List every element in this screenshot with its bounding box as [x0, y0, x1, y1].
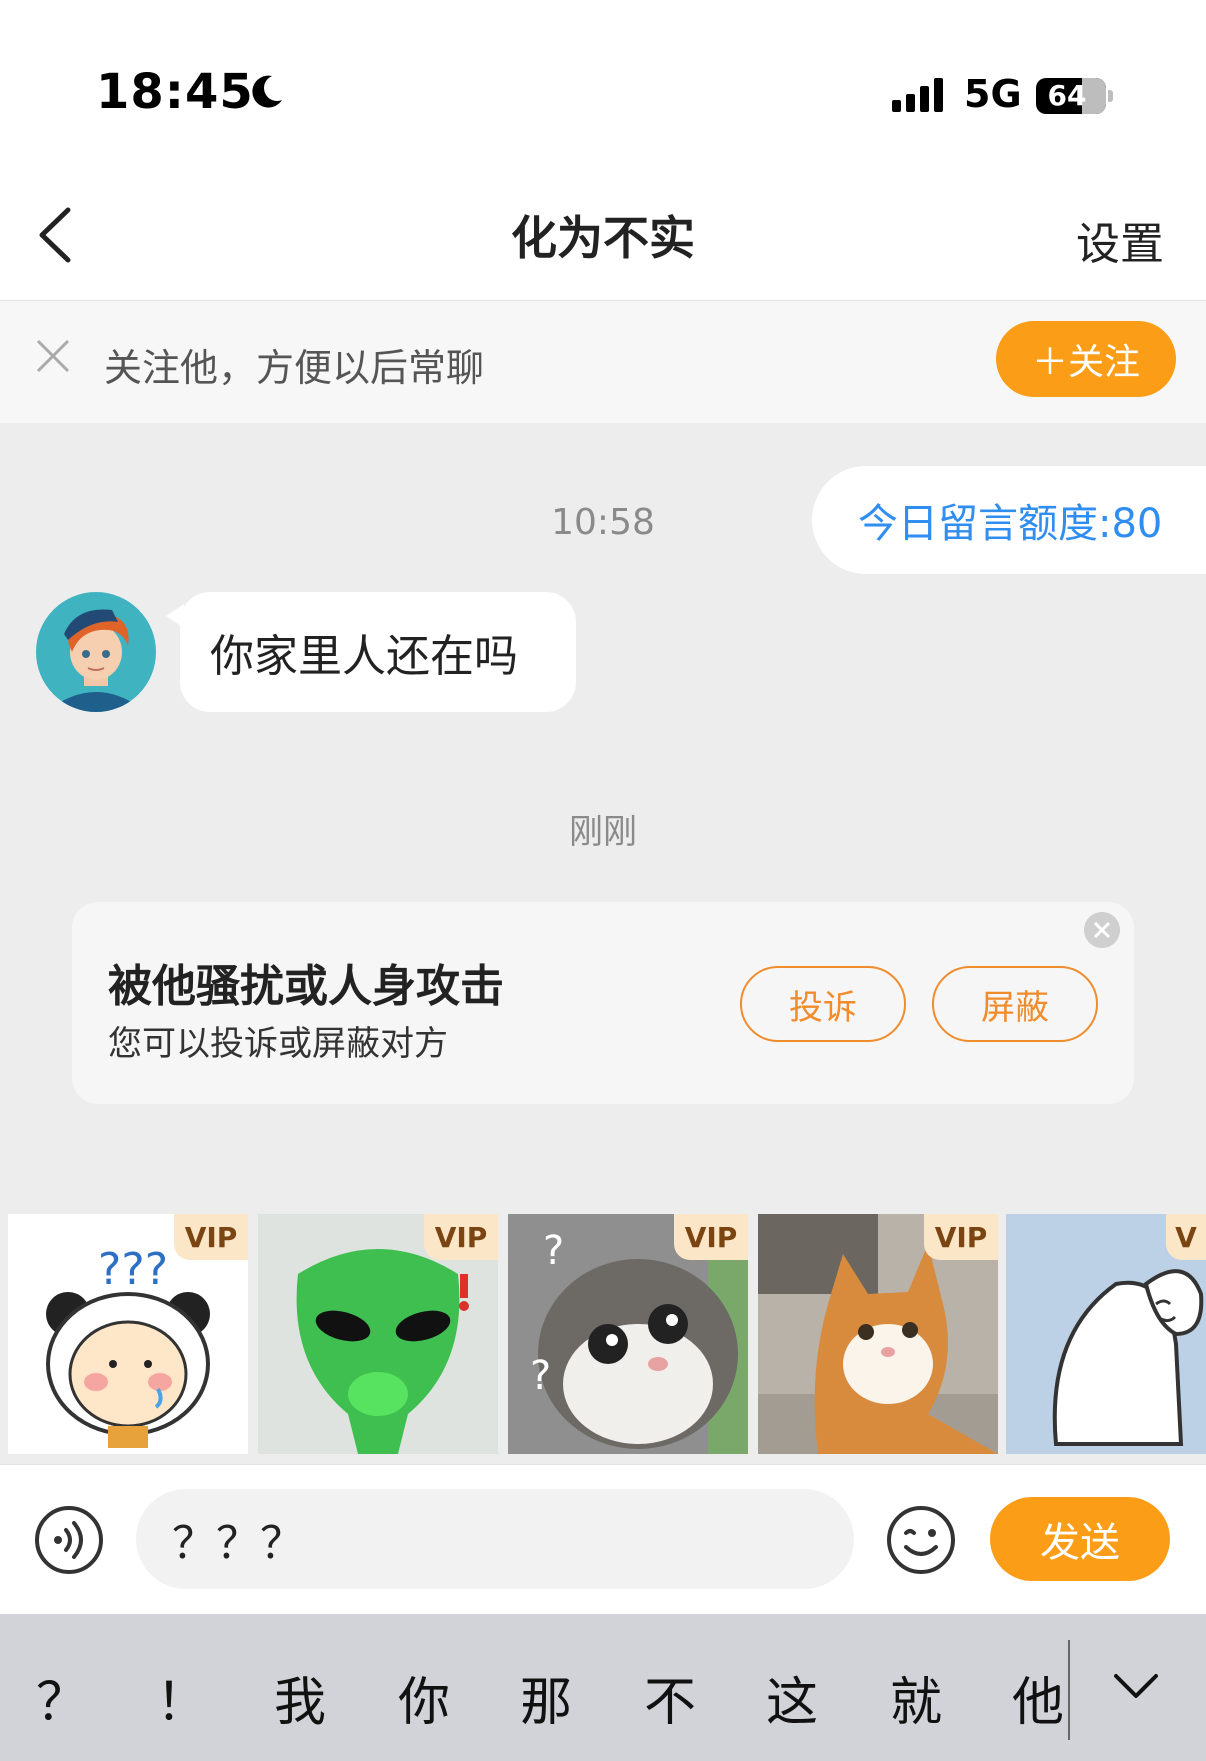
vip-badge: VIP	[924, 1214, 998, 1260]
battery-level: 64	[1047, 79, 1087, 112]
keyboard-suggestion[interactable]: 你	[374, 1660, 474, 1735]
status-time: 18:45	[96, 64, 254, 120]
svg-text:???: ???	[98, 1244, 168, 1295]
back-arrow-icon[interactable]	[28, 200, 88, 270]
sticker-item[interactable]: VIP	[258, 1214, 498, 1454]
keyboard-suggestion[interactable]: 这	[742, 1660, 842, 1735]
signal-icon	[892, 78, 943, 112]
sticker-item[interactable]: V	[1006, 1214, 1206, 1454]
close-icon[interactable]	[34, 337, 72, 375]
follow-button[interactable]: ＋关注	[996, 321, 1176, 397]
keyboard-divider	[1068, 1640, 1070, 1740]
vip-badge: V	[1166, 1214, 1206, 1260]
keyboard-suggestion[interactable]: 我	[250, 1660, 350, 1735]
complain-button[interactable]: 投诉	[740, 966, 906, 1042]
block-button[interactable]: 屏蔽	[932, 966, 1098, 1042]
network-label: 5G	[964, 72, 1022, 116]
message-input-bar: 发送	[0, 1464, 1206, 1615]
vip-badge: VIP	[424, 1214, 498, 1260]
close-icon[interactable]	[1084, 912, 1120, 948]
incoming-message-bubble[interactable]: 你家里人还在吗	[180, 592, 576, 712]
follow-banner: 关注他，方便以后常聊 ＋关注	[0, 301, 1206, 423]
follow-hint-text: 关注他，方便以后常聊	[104, 346, 485, 390]
status-bar: 18:45 5G 64	[0, 0, 1206, 160]
sticker-item[interactable]: ? ? VIP	[508, 1214, 748, 1454]
send-button[interactable]: 发送	[990, 1497, 1170, 1581]
page-title: 化为不实	[511, 211, 695, 265]
svg-text:?: ?	[530, 1353, 551, 1399]
keyboard-suggestion-bar: ？ ！ 我 你 那 不 这 就 他	[0, 1614, 1206, 1761]
keyboard-suggestion[interactable]: 他	[988, 1660, 1088, 1735]
moon-icon	[252, 75, 282, 108]
report-card: 被他骚扰或人身攻击 您可以投诉或屏蔽对方 投诉 屏蔽	[72, 902, 1134, 1104]
report-subtitle: 您可以投诉或屏蔽对方	[108, 1024, 448, 1064]
keyboard-suggestion[interactable]: 不	[620, 1660, 720, 1735]
settings-button[interactable]: 设置	[1076, 208, 1164, 272]
emoji-icon[interactable]	[886, 1505, 956, 1575]
message-quota-text: 今日留言额度:80	[858, 501, 1163, 547]
svg-text:?: ?	[543, 1228, 564, 1274]
message-input[interactable]	[136, 1489, 854, 1589]
sticker-item[interactable]: ??? VIP	[8, 1214, 248, 1454]
chevron-down-icon[interactable]	[1110, 1660, 1162, 1712]
keyboard-suggestion[interactable]: 就	[866, 1660, 966, 1735]
battery-icon: 64	[1036, 76, 1116, 116]
vip-badge: VIP	[674, 1214, 748, 1260]
sticker-item[interactable]: VIP	[758, 1214, 998, 1454]
message-quota-badge[interactable]: 今日留言额度:80	[812, 466, 1206, 574]
avatar-illustration-icon	[36, 592, 156, 712]
avatar[interactable]	[36, 592, 156, 712]
message-timestamp-recent: 刚刚	[569, 812, 637, 852]
nav-bar: 化为不实 设置	[0, 160, 1206, 301]
sticker-suggestion-strip: ??? VIP VIP ? ? VIP VIP V	[0, 1210, 1206, 1460]
keyboard-suggestion[interactable]: 那	[496, 1660, 596, 1735]
keyboard-suggestion[interactable]: ？	[12, 1660, 112, 1735]
report-title: 被他骚扰或人身攻击	[108, 961, 504, 1012]
keyboard-suggestion[interactable]: ！	[132, 1660, 232, 1735]
voice-input-icon[interactable]	[34, 1505, 104, 1575]
vip-badge: VIP	[174, 1214, 248, 1260]
incoming-message-text: 你家里人还在吗	[210, 631, 518, 682]
